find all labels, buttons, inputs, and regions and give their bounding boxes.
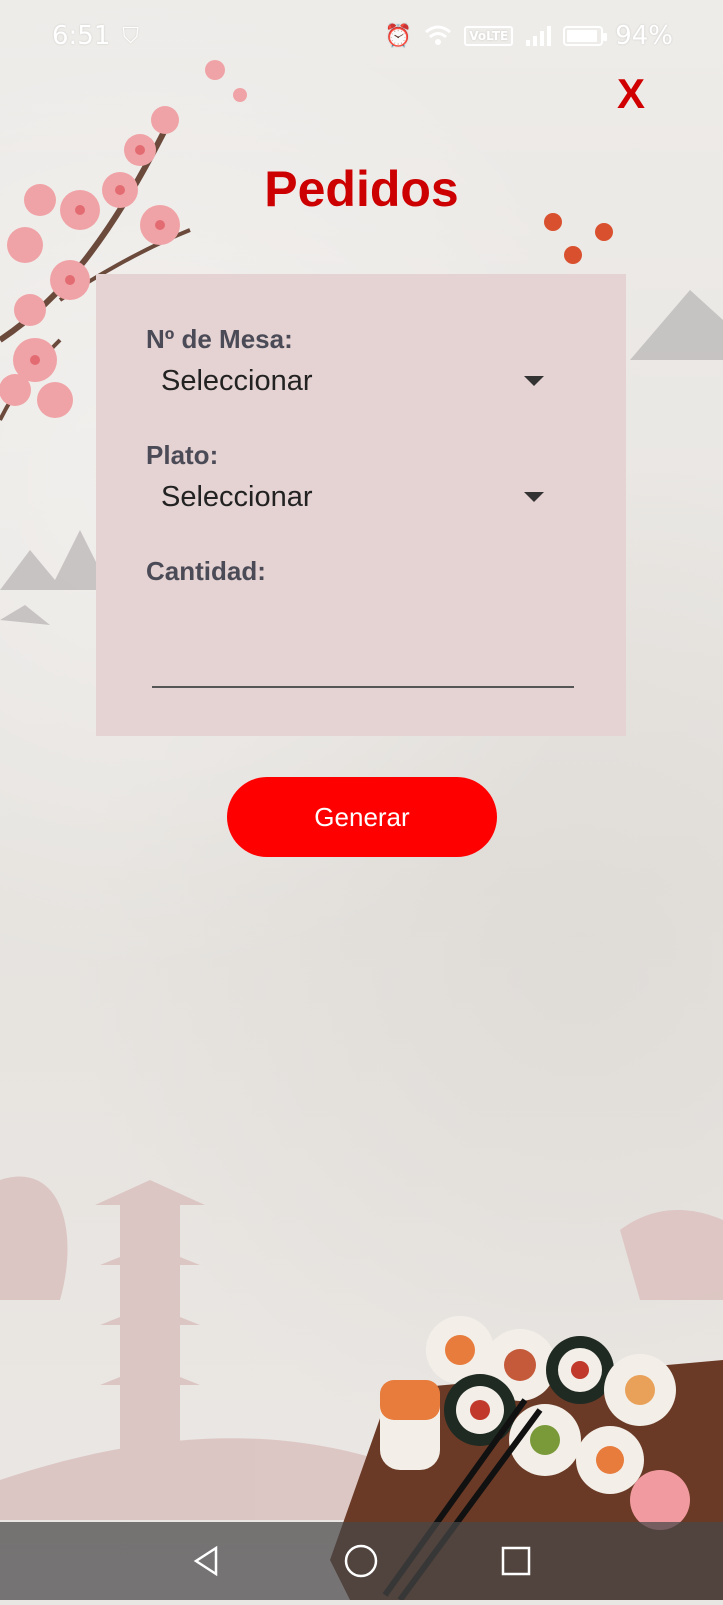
close-button[interactable]: X — [617, 70, 645, 118]
table-number-value: Seleccionar — [161, 364, 313, 397]
status-right: ⏰ VoLTE 94% — [385, 21, 673, 51]
battery-icon — [563, 26, 608, 46]
dropdown-arrow-icon — [524, 376, 544, 386]
status-left: 6:51 ⛉ — [52, 21, 139, 51]
status-bar: 6:51 ⛉ ⏰ VoLTE 94% — [0, 0, 723, 72]
table-number-dropdown[interactable]: Seleccionar — [146, 356, 546, 406]
dish-dropdown[interactable]: Seleccionar — [146, 472, 546, 522]
quantity-label: Cantidad: — [146, 556, 266, 586]
home-button[interactable] — [339, 1539, 383, 1583]
wifi-icon — [425, 25, 452, 45]
order-form-panel: Nº de Mesa: Seleccionar Plato: Seleccion… — [96, 274, 626, 736]
dish-label: Plato: — [146, 440, 219, 470]
red-flowers — [544, 213, 613, 264]
dish-value: Seleccionar — [161, 480, 313, 513]
page-title: Pedidos — [264, 161, 459, 217]
dropdown-arrow-icon — [524, 492, 544, 502]
battery-percent: 94% — [615, 21, 673, 51]
battery-fill — [567, 30, 598, 42]
recents-button[interactable] — [494, 1539, 538, 1583]
vpn-shield-icon: ⛉ — [122, 23, 139, 49]
back-icon — [193, 1545, 218, 1577]
alarm-icon: ⏰ — [384, 23, 413, 49]
quantity-input[interactable] — [152, 644, 574, 688]
home-icon — [345, 1544, 378, 1578]
recents-icon — [501, 1546, 531, 1576]
volte-badge: VoLTE — [464, 26, 514, 46]
generate-button[interactable]: Generar — [227, 777, 497, 857]
table-number-label: Nº de Mesa: — [146, 324, 293, 354]
status-time: 6:51 — [52, 21, 111, 51]
signal-icon — [526, 26, 552, 46]
back-button[interactable] — [185, 1539, 229, 1583]
navigation-bar — [0, 1522, 723, 1600]
